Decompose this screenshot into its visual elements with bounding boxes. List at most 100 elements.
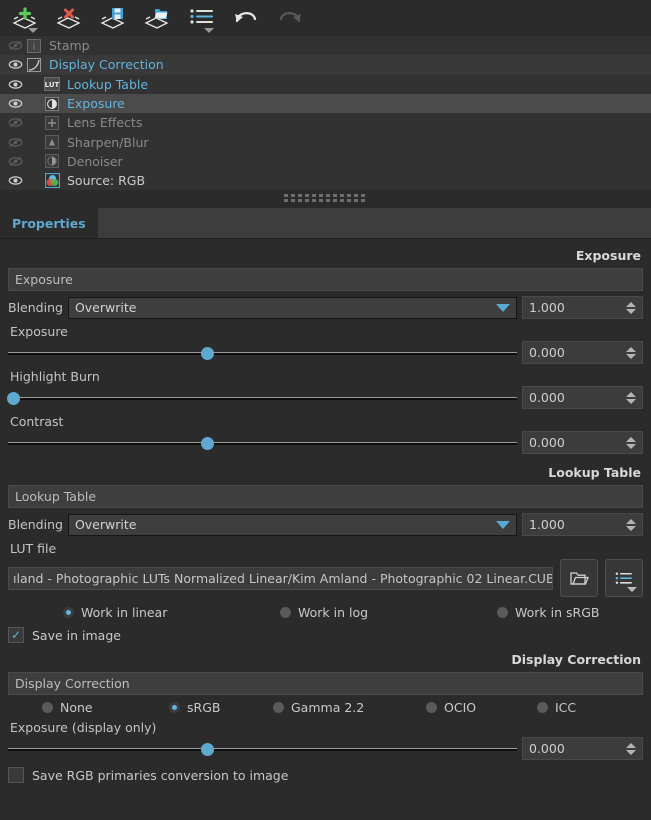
- stepper-arrows-icon[interactable]: [626, 519, 636, 531]
- svg-text:i: i: [33, 42, 36, 52]
- properties-panel: Exposure Exposure Blending Overwrite 1.0…: [0, 239, 651, 783]
- contrast-slider[interactable]: [8, 434, 517, 452]
- radio-icc[interactable]: ICC: [537, 700, 643, 715]
- lut-icon: LUT: [44, 76, 60, 92]
- lookup-table-name-field[interactable]: Lookup Table: [8, 485, 643, 508]
- layer-row-lookup-table[interactable]: LUT Lookup Table: [0, 75, 651, 94]
- layer-row-sharpen-blur[interactable]: Sharpen/Blur: [0, 132, 651, 151]
- layer-list: i Stamp Display Correction LUT Lookup Ta…: [0, 36, 651, 190]
- visibility-toggle-visible-icon[interactable]: [4, 79, 26, 90]
- highlight-burn-slider[interactable]: [8, 389, 517, 407]
- layer-label: Sharpen/Blur: [67, 135, 149, 150]
- display-correction-name-field[interactable]: Display Correction: [8, 672, 643, 695]
- radio-srgb[interactable]: sRGB: [169, 700, 273, 715]
- layer-row-exposure[interactable]: Exposure: [0, 94, 651, 113]
- layer-label: Display Correction: [49, 57, 164, 72]
- radio-work-in-linear[interactable]: Work in linear: [8, 605, 280, 620]
- redo-button[interactable]: [268, 1, 312, 35]
- radio-dot-icon: [426, 702, 437, 713]
- layer-row-display-correction[interactable]: Display Correction: [0, 55, 651, 74]
- chevron-down-icon: [496, 304, 510, 312]
- stepper-arrows-icon[interactable]: [626, 347, 636, 359]
- layers-open-icon: [143, 6, 173, 30]
- radio-work-in-log[interactable]: Work in log: [280, 605, 497, 620]
- lookup-table-blending-row: Blending Overwrite 1.000: [8, 513, 643, 536]
- lut-presets-button[interactable]: [605, 559, 643, 597]
- visibility-toggle-visible-icon[interactable]: [4, 59, 26, 70]
- lut-browse-button[interactable]: [560, 559, 598, 597]
- list-icon: [189, 7, 215, 29]
- visibility-toggle-hidden-icon[interactable]: [4, 137, 26, 148]
- delete-layer-button[interactable]: [48, 1, 92, 35]
- exposure-blending-amount-value: 1.000: [529, 300, 565, 315]
- visibility-toggle-visible-icon[interactable]: [4, 175, 26, 186]
- lut-file-input[interactable]: ıland - Photographic LUTs Normalized Lin…: [8, 567, 553, 590]
- stamp-icon: i: [26, 38, 42, 54]
- slider-knob[interactable]: [201, 743, 214, 756]
- plus-box-icon: [44, 115, 60, 131]
- layer-row-stamp[interactable]: i Stamp: [0, 36, 651, 55]
- save-in-image-checkbox[interactable]: Save in image: [8, 627, 643, 643]
- checkbox-icon: [8, 767, 24, 783]
- layer-label: Lens Effects: [67, 115, 142, 130]
- undo-button[interactable]: [224, 1, 268, 35]
- visibility-toggle-hidden-icon[interactable]: [4, 40, 26, 51]
- layer-row-lens-effects[interactable]: Lens Effects: [0, 113, 651, 132]
- section-header-lookup-table: Lookup Table: [8, 456, 643, 485]
- highlight-burn-stepper[interactable]: 0.000: [522, 386, 643, 409]
- contrast-stepper[interactable]: 0.000: [522, 431, 643, 454]
- stepper-arrows-icon[interactable]: [626, 437, 636, 449]
- layer-presets-button[interactable]: [180, 1, 224, 35]
- save-rgb-primaries-checkbox[interactable]: Save RGB primaries conversion to image: [8, 767, 643, 783]
- lut-file-row: ıland - Photographic LUTs Normalized Lin…: [8, 559, 643, 597]
- visibility-toggle-hidden-icon[interactable]: [4, 117, 26, 128]
- exposure-value-stepper[interactable]: 0.000: [522, 341, 643, 364]
- slider-knob[interactable]: [7, 392, 20, 405]
- stepper-arrows-icon[interactable]: [626, 392, 636, 404]
- stepper-arrows-icon[interactable]: [626, 302, 636, 314]
- lookup-table-blending-select[interactable]: Overwrite: [68, 514, 517, 536]
- radio-gamma-22[interactable]: Gamma 2.2: [273, 700, 426, 715]
- layer-row-denoiser[interactable]: Denoiser: [0, 152, 651, 171]
- layer-label: Lookup Table: [67, 77, 148, 92]
- display-exposure-stepper[interactable]: 0.000: [522, 737, 643, 760]
- denoise-icon: [44, 153, 60, 169]
- sharpen-icon: [44, 134, 60, 150]
- visibility-toggle-hidden-icon[interactable]: [4, 156, 26, 167]
- radio-ocio[interactable]: OCIO: [426, 700, 537, 715]
- layer-row-source-rgb[interactable]: Source: RGB: [0, 171, 651, 190]
- add-layer-button[interactable]: [4, 1, 48, 35]
- curve-icon: [26, 57, 42, 73]
- tab-properties[interactable]: Properties: [0, 208, 98, 238]
- visibility-toggle-visible-icon[interactable]: [4, 98, 26, 109]
- panel-resize-grip[interactable]: [0, 190, 651, 206]
- layer-label: Denoiser: [67, 154, 123, 169]
- radio-label: Work in linear: [81, 605, 167, 620]
- radio-dot-icon: [497, 607, 508, 618]
- exposure-slider[interactable]: [8, 344, 517, 362]
- slider-knob[interactable]: [201, 437, 214, 450]
- chevron-down-icon: [496, 521, 510, 529]
- open-layers-button[interactable]: [136, 1, 180, 35]
- radio-none[interactable]: None: [8, 700, 169, 715]
- save-layers-button[interactable]: [92, 1, 136, 35]
- contrast-icon: [44, 96, 60, 112]
- save-rgb-primaries-label: Save RGB primaries conversion to image: [32, 768, 288, 783]
- exposure-name-field[interactable]: Exposure: [8, 268, 643, 291]
- slider-track: [8, 352, 517, 355]
- display-exposure-slider[interactable]: [8, 740, 517, 758]
- slider-knob[interactable]: [201, 347, 214, 360]
- lookup-table-blending-value: Overwrite: [75, 517, 137, 532]
- layer-label: Stamp: [49, 38, 90, 53]
- list-icon: [615, 571, 634, 586]
- exposure-blending-select[interactable]: Overwrite: [68, 297, 517, 319]
- radio-work-in-srgb[interactable]: Work in sRGB: [497, 605, 643, 620]
- exposure-blending-amount-stepper[interactable]: 1.000: [522, 296, 643, 319]
- lookup-table-blending-amount-stepper[interactable]: 1.000: [522, 513, 643, 536]
- slider-track: [8, 442, 517, 445]
- section-header-display-correction: Display Correction: [8, 643, 643, 672]
- chevron-down-icon: [627, 587, 637, 592]
- exposure-param-label: Exposure: [10, 324, 643, 339]
- stepper-arrows-icon[interactable]: [626, 743, 636, 755]
- radio-dot-icon: [273, 702, 284, 713]
